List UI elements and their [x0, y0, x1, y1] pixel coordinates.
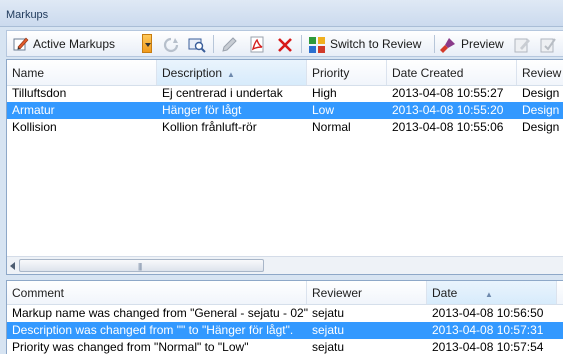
toolbar-separator: [301, 35, 302, 53]
column-header-reviewer[interactable]: Reviewer: [307, 281, 427, 304]
cell-description: Ej centrerad i undertak: [162, 86, 283, 100]
column-header-name[interactable]: Name: [7, 60, 157, 85]
markups-table-header: Name Description ▲ Priority Date Created…: [7, 60, 563, 86]
active-markups-button[interactable]: Active Markups: [13, 33, 115, 54]
toolbar-separator: [434, 35, 435, 53]
delete-markup-button[interactable]: [276, 33, 292, 54]
column-header-description-label: Description: [162, 66, 223, 80]
cell-reviewer: sejatu: [312, 340, 345, 354]
delete-x-icon: [276, 36, 292, 52]
cell-priority: Low: [312, 103, 335, 117]
pencil-icon: [220, 36, 237, 52]
cell-review: Design M: [522, 86, 563, 100]
column-header-date[interactable]: Date ▲: [427, 281, 557, 304]
cell-date: 2013-04-08 10:57:31: [432, 323, 544, 337]
cell-comment: Description was changed from "" to "Häng…: [12, 323, 294, 337]
preview-button[interactable]: Preview: [439, 33, 504, 54]
cell-name: Armatur: [12, 103, 55, 117]
cell-date: 2013-04-08 10:57:54: [432, 340, 544, 354]
cell-description: Hänger för lågt: [162, 103, 242, 117]
preview-label: Preview: [461, 36, 504, 51]
active-markups-label: Active Markups: [33, 36, 116, 51]
scrollbar-grip-icon: |||: [138, 262, 142, 271]
column-header-priority[interactable]: Priority: [307, 60, 387, 85]
cell-priority: Normal: [312, 120, 351, 134]
active-markups-dropdown[interactable]: [142, 34, 152, 53]
export-pdf-button[interactable]: [248, 33, 264, 54]
history-row[interactable]: Description was changed from "" to "Häng…: [7, 322, 563, 339]
edit-note-button[interactable]: [513, 33, 530, 54]
cell-reviewer: sejatu: [312, 306, 345, 320]
approve-icon: [539, 36, 556, 52]
cell-priority: High: [312, 86, 337, 100]
column-header-review[interactable]: Review M: [517, 60, 563, 85]
horizontal-scrollbar[interactable]: |||: [7, 256, 563, 274]
cell-date-created: 2013-04-08 10:55:20: [392, 103, 504, 117]
cell-comment: Priority was changed from "Normal" to "L…: [12, 340, 249, 354]
scroll-left-arrow-icon[interactable]: [10, 262, 15, 270]
approve-button[interactable]: [539, 33, 556, 54]
toolbar-separator: [213, 35, 214, 53]
switch-to-review-button[interactable]: Switch to Review: [308, 33, 421, 54]
switch-review-icon: [308, 36, 325, 53]
table-row[interactable]: Tilluftsdon Ej centrerad i undertak High…: [7, 85, 563, 102]
edit-note-icon: [513, 36, 530, 52]
zoom-markup-icon: [188, 36, 206, 53]
toolbar: Active Markups Switch to Review Preview: [6, 30, 563, 57]
cell-description: Kollion frånluft-rör: [162, 120, 257, 134]
history-row[interactable]: Priority was changed from "Normal" to "L…: [7, 339, 563, 354]
cell-reviewer: sejatu: [312, 323, 345, 337]
cell-date-created: 2013-04-08 10:55:06: [392, 120, 504, 134]
panel-title: Markups: [6, 9, 49, 21]
column-header-date-label: Date: [432, 286, 458, 300]
history-table: Comment Reviewer Date ▲ Markup name was …: [6, 280, 563, 354]
sort-ascending-icon: ▲: [485, 290, 493, 299]
cell-date: 2013-04-08 10:56:50: [432, 306, 544, 320]
pdf-icon: [248, 36, 264, 52]
history-table-header: Comment Reviewer Date ▲: [7, 281, 563, 305]
cell-review: Design M: [522, 103, 563, 117]
column-header-description[interactable]: Description ▲: [157, 60, 307, 85]
cell-name: Tilluftsdon: [12, 86, 67, 100]
column-header-comment[interactable]: Comment: [7, 281, 307, 304]
markup-edit-icon: [13, 36, 29, 52]
cell-comment: Markup name was changed from "General - …: [12, 306, 310, 320]
column-header-date-created[interactable]: Date Created: [387, 60, 517, 85]
table-row[interactable]: Kollision Kollion frånluft-rör Normal 20…: [7, 119, 563, 136]
edit-markup-button[interactable]: [220, 33, 237, 54]
refresh-icon: [162, 36, 179, 52]
scrollbar-thumb[interactable]: |||: [19, 259, 264, 272]
markups-table: Name Description ▲ Priority Date Created…: [6, 59, 563, 275]
table-row[interactable]: Armatur Hänger för lågt Low 2013-04-08 1…: [7, 102, 563, 119]
history-row[interactable]: Markup name was changed from "General - …: [7, 305, 563, 322]
cell-review: Design M: [522, 120, 563, 134]
cell-name: Kollision: [12, 120, 57, 134]
refresh-button[interactable]: [162, 33, 179, 54]
cell-date-created: 2013-04-08 10:55:27: [392, 86, 504, 100]
preview-brush-icon: [439, 36, 455, 53]
zoom-to-markup-button[interactable]: [188, 33, 206, 54]
switch-to-review-label: Switch to Review: [330, 36, 422, 51]
panel-title-bar: Markups: [0, 0, 563, 27]
